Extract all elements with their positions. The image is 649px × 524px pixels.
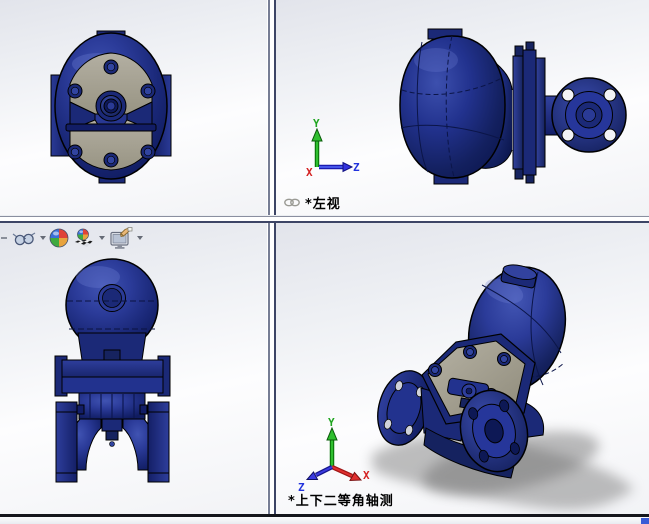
view-settings-dropdown-arrow[interactable] [136, 233, 143, 243]
axis-z-label: Z [353, 161, 360, 174]
part-left-view[interactable] [276, 0, 649, 215]
link-icon [284, 198, 300, 207]
view-orientation-label: *左视 [284, 193, 341, 212]
horizontal-viewport-splitter[interactable] [0, 215, 649, 223]
axis-x-label: X [306, 166, 313, 179]
axis-y-label: Y [313, 118, 320, 130]
hide-show-dropdown-arrow[interactable] [39, 233, 46, 243]
viewport-top-left[interactable] [0, 0, 267, 215]
orientation-triad: Y X Z [298, 417, 370, 494]
view-settings-button[interactable] [108, 226, 133, 250]
edit-appearance-button[interactable] [49, 228, 69, 248]
view-orientation-label: *上下二等角轴测 [288, 490, 394, 509]
glasses-icon [12, 231, 36, 245]
ball-on-checkerboard-icon [74, 228, 93, 247]
viewport-bottom-left[interactable] [0, 223, 267, 514]
viewport-bottom-right[interactable]: Y X Z *上下二等角轴测 [276, 223, 649, 514]
window-corner-accent [641, 518, 649, 524]
apply-scene-button[interactable] [72, 228, 95, 248]
vertical-viewport-splitter[interactable] [267, 0, 276, 514]
colored-ball-icon [49, 228, 69, 248]
orientation-triad: Y Z X [306, 118, 360, 179]
status-bar-edge [0, 517, 649, 524]
dropdown-dash-icon[interactable] [1, 237, 7, 239]
part-top-view[interactable] [0, 0, 267, 215]
viewport-top-right[interactable]: Y Z X *左视 [276, 0, 649, 215]
axis-y-label: Y [328, 417, 335, 429]
part-front-view[interactable] [0, 223, 267, 514]
monitor-with-hand-icon [110, 226, 133, 249]
view-label-text: *左视 [305, 197, 341, 212]
apply-scene-dropdown-arrow[interactable] [98, 233, 105, 243]
view-label-text: *上下二等角轴测 [288, 494, 394, 509]
axis-x-label: X [363, 469, 370, 482]
hide-show-items-button[interactable] [12, 230, 36, 247]
heads-up-toolbar [0, 225, 143, 251]
